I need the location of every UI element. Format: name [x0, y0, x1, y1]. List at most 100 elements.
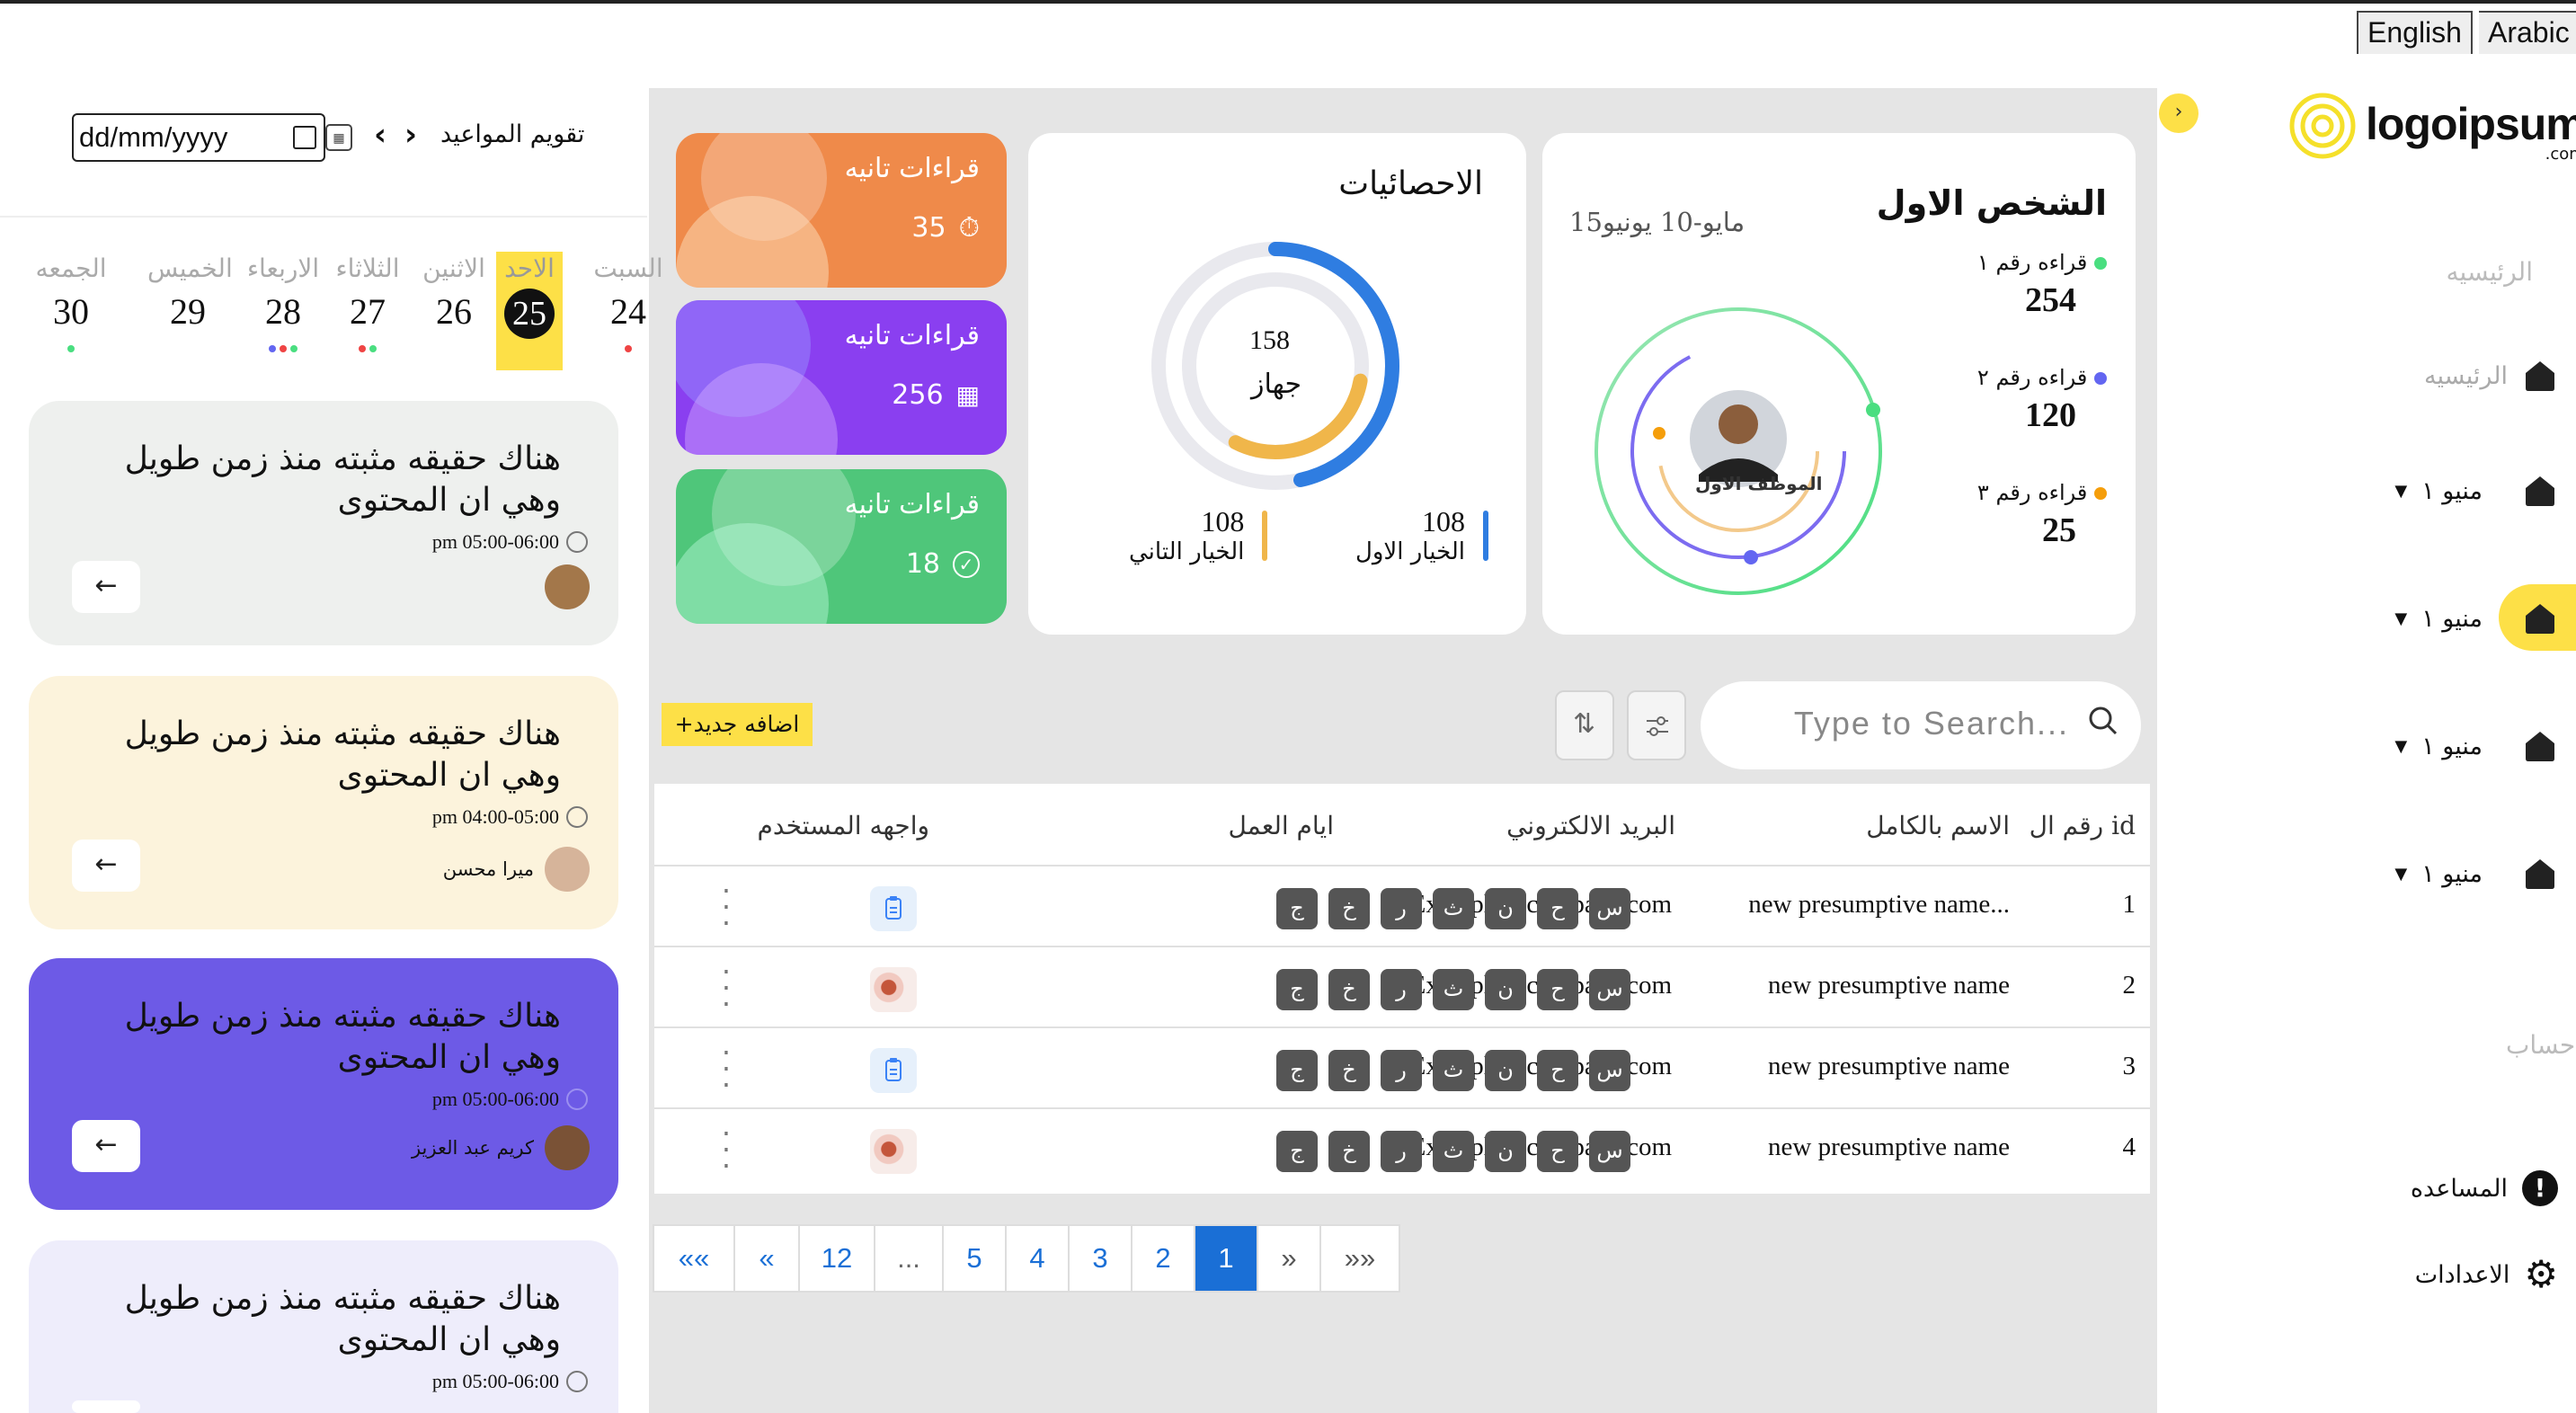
row-actions-kebab-icon[interactable]: · · · [717, 1119, 735, 1180]
workday-chip[interactable]: ح [1537, 1131, 1578, 1172]
workday-chip[interactable]: ث [1433, 1050, 1474, 1091]
thumbnail-image[interactable] [870, 967, 917, 1012]
sidebar-item-menu-1[interactable]: ▼ منيو ١ [2394, 473, 2558, 509]
workday-chip[interactable]: ن [1485, 969, 1526, 1010]
calendar-icon[interactable]: ▦ [325, 124, 352, 151]
workday-chip[interactable]: ر [1381, 1050, 1422, 1091]
appointment-open-button[interactable]: ← [72, 1120, 140, 1172]
sidebar-item-home-faded[interactable]: الرئيسيه [2447, 257, 2533, 287]
stat-card-3[interactable]: قراءات تانيه 18 ✓ [676, 469, 1007, 624]
clipboard-icon[interactable] [870, 886, 917, 931]
workday-chip[interactable]: ر [1381, 888, 1422, 929]
workday-chip[interactable]: ح [1537, 1050, 1578, 1091]
stat-card-2[interactable]: قراءات تانيه 256 ▦ [676, 300, 1007, 455]
workday-chip[interactable]: س [1589, 1131, 1630, 1172]
search-bar[interactable]: Type to Search... [1701, 681, 2141, 769]
table-row[interactable]: 4new presumptive nameExample@company.com… [654, 1107, 2150, 1188]
day-sun[interactable]: الاحد 25 [489, 253, 570, 339]
page-button[interactable]: 4 [1007, 1226, 1070, 1291]
sidebar-toggle-button[interactable]: › [2159, 93, 2198, 133]
page-last-button[interactable]: »» [1321, 1226, 1399, 1291]
table-row[interactable]: 2new presumptive nameExample@company.com… [654, 946, 2150, 1026]
row-actions-kebab-icon[interactable]: · · · [717, 876, 735, 938]
page-button[interactable]: 5 [944, 1226, 1007, 1291]
table-row[interactable]: 1new presumptive name...Example@company.… [654, 865, 2150, 946]
appointment-card[interactable]: هناك حقيقه مثبته منذ زمن طويل وهي ان الم… [29, 1240, 618, 1413]
workday-chip[interactable]: س [1589, 1050, 1630, 1091]
sidebar-item-menu-4[interactable]: ▼ منيو ١ [2394, 856, 2558, 892]
workday-chip[interactable]: ث [1433, 888, 1474, 929]
add-new-button[interactable]: +اضافه جديد [662, 703, 813, 746]
workday-chip[interactable]: ر [1381, 1131, 1422, 1172]
appointment-open-button[interactable]: ← [72, 840, 140, 892]
column-header-name[interactable]: الاسم بالكامل [1866, 811, 2010, 840]
workday-chip[interactable]: ج [1276, 969, 1318, 1010]
avatar [545, 564, 590, 609]
column-header-days[interactable]: ايام العمل [1228, 811, 1334, 840]
workday-chip[interactable]: ج [1276, 1131, 1318, 1172]
day-fri[interactable]: الجمعه 30 [31, 253, 111, 352]
appointment-open-button[interactable]: ← [72, 561, 140, 613]
workday-chip[interactable]: ج [1276, 888, 1318, 929]
workday-chip[interactable]: ن [1485, 888, 1526, 929]
workday-chip[interactable]: ث [1433, 1131, 1474, 1172]
workday-chip[interactable]: خ [1328, 1131, 1370, 1172]
stat-card-1[interactable]: قراءات تانيه 35 ⏱ [676, 133, 1007, 288]
thumbnail-image[interactable] [870, 1129, 917, 1174]
sidebar-item-account[interactable]: حساب [2506, 1030, 2575, 1060]
date-input[interactable]: dd/mm/yyyy [72, 113, 325, 162]
appointment-card-active[interactable]: هناك حقيقه مثبته منذ زمن طويل وهي ان الم… [29, 958, 618, 1210]
column-header-id[interactable]: رقم ال id [2030, 811, 2136, 840]
workday-chip[interactable]: ر [1381, 969, 1422, 1010]
column-header-email[interactable]: البريد الالكتروني [1506, 811, 1675, 840]
day-thu[interactable]: الخميس 29 [147, 253, 233, 333]
page-prev-button[interactable]: « [735, 1226, 800, 1291]
users-table: رقم ال id الاسم بالكامل البريد الالكترون… [654, 784, 2150, 1194]
filter-button[interactable] [1627, 690, 1686, 760]
workday-chip[interactable]: ن [1485, 1050, 1526, 1091]
english-button[interactable]: English [2357, 11, 2473, 56]
row-actions-kebab-icon[interactable]: · · · [717, 957, 735, 1018]
workday-chip[interactable]: خ [1328, 1050, 1370, 1091]
clipboard-icon[interactable] [870, 1048, 917, 1093]
day-sat[interactable]: السبت 24 [588, 253, 669, 352]
sidebar-item-settings[interactable]: الاعدادات ⚙ [2415, 1256, 2558, 1293]
workday-chip[interactable]: خ [1328, 888, 1370, 929]
day-tue[interactable]: الثلاثاء 27 [327, 253, 408, 352]
arabic-button[interactable]: Arabic [2479, 11, 2576, 56]
search-input[interactable]: Type to Search... [1794, 705, 2069, 742]
appointment-card[interactable]: هناك حقيقه مثبته منذ زمن طويل وهي ان الم… [29, 676, 618, 929]
chevron-left-icon[interactable]: ‹ [374, 117, 386, 153]
workday-chip[interactable]: خ [1328, 969, 1370, 1010]
workday-chip[interactable]: ث [1433, 969, 1474, 1010]
page-button[interactable]: 3 [1070, 1226, 1133, 1291]
workday-chip[interactable]: ح [1537, 969, 1578, 1010]
sidebar-item-home[interactable]: الرئيسيه [2424, 358, 2558, 394]
sidebar-item-menu-3[interactable]: ▼ منيو ١ [2394, 728, 2558, 764]
sidebar-item-label: منيو ١ [2421, 604, 2483, 633]
appointment-open-button[interactable] [72, 1400, 140, 1413]
workday-chip[interactable]: ح [1537, 888, 1578, 929]
page-first-button[interactable]: «« [654, 1226, 735, 1291]
page-button[interactable]: 2 [1133, 1226, 1195, 1291]
stat-card-label: قراءات تانيه [844, 320, 980, 351]
sort-button[interactable]: ⇅ [1555, 690, 1614, 760]
chevron-right-icon[interactable]: › [404, 117, 417, 153]
workday-chip[interactable]: س [1589, 888, 1630, 929]
table-row[interactable]: 3new presumptive nameExample@company.com… [654, 1026, 2150, 1107]
page-button-active[interactable]: 1 [1195, 1226, 1258, 1291]
page-button[interactable]: 12 [800, 1226, 875, 1291]
workday-chip[interactable]: ج [1276, 1050, 1318, 1091]
appointment-card[interactable]: هناك حقيقه مثبته منذ زمن طويل وهي ان الم… [29, 401, 618, 645]
row-actions-kebab-icon[interactable]: · · · [717, 1038, 735, 1099]
sidebar-item-menu-2[interactable]: ▼ منيو ١ [2394, 600, 2558, 636]
sidebar-item-label: منيو ١ [2421, 859, 2483, 888]
workday-chip[interactable]: س [1589, 969, 1630, 1010]
column-header-ui[interactable]: واجهه المستخدم [758, 811, 929, 840]
page-next-button[interactable]: » [1258, 1226, 1321, 1291]
day-wed[interactable]: الاربعاء 28 [243, 253, 324, 352]
workday-chip[interactable]: ن [1485, 1131, 1526, 1172]
day-mon[interactable]: الاثنين 26 [413, 253, 494, 333]
sidebar-item-help[interactable]: المساعده ! [2411, 1170, 2558, 1206]
sidebar-item-label: المساعده [2410, 1174, 2508, 1203]
